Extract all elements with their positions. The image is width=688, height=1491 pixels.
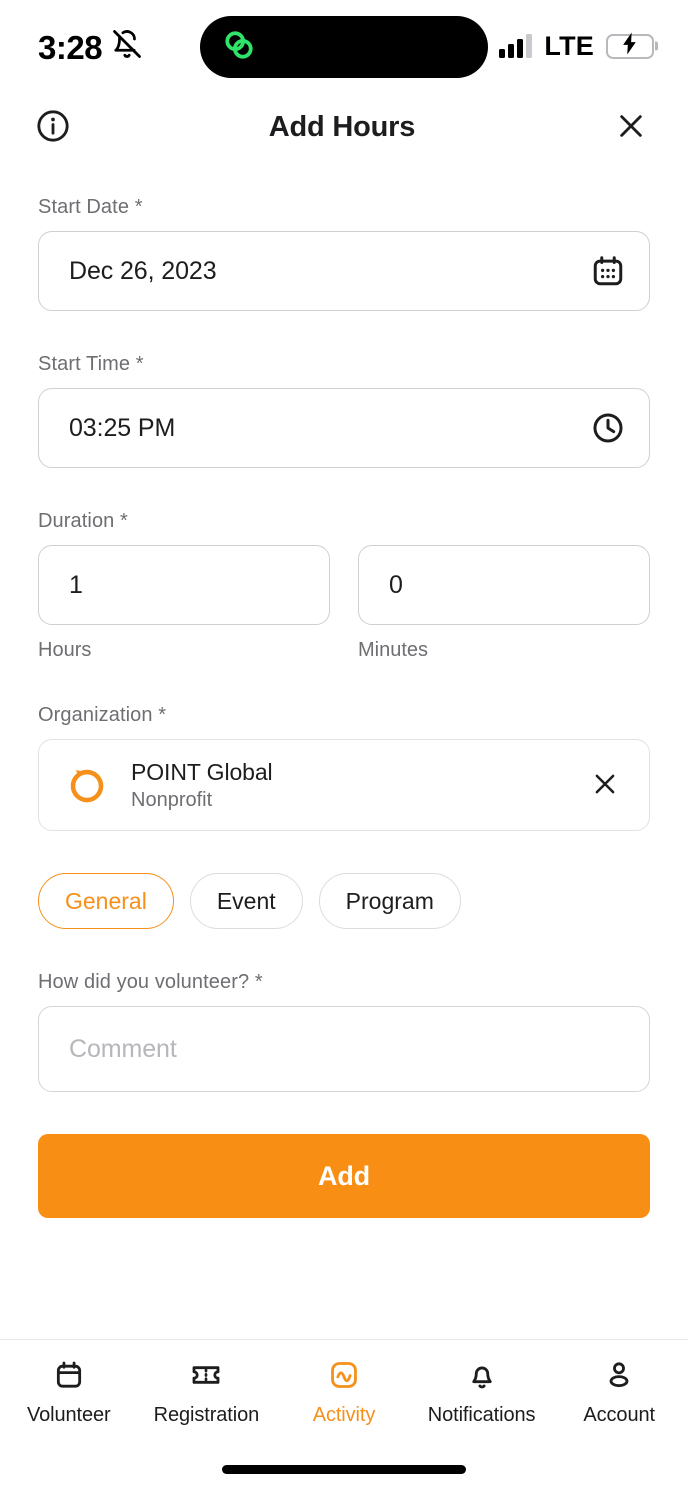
screen-header: Add Hours <box>0 92 688 162</box>
tab-account-label: Account <box>583 1404 655 1426</box>
network-type-label: LTE <box>544 30 594 61</box>
home-indicator-area <box>0 1447 688 1491</box>
comment-input[interactable]: Comment <box>38 1006 650 1092</box>
start-date-label: Start Date * <box>38 196 143 218</box>
home-indicator[interactable] <box>222 1464 466 1474</box>
close-icon <box>615 110 647 145</box>
start-date-field-group: Start Date * Dec 26, 2023 <box>38 196 650 311</box>
start-date-input[interactable]: Dec 26, 2023 <box>38 231 650 311</box>
start-time-label: Start Time * <box>38 353 144 375</box>
clock-icon <box>591 411 625 445</box>
person-icon <box>603 1356 635 1394</box>
status-bar-left: 3:28 <box>38 29 142 64</box>
duration-minutes-value: 0 <box>389 570 403 599</box>
duration-hours-value: 1 <box>69 570 83 599</box>
tab-activity[interactable]: Activity <box>279 1356 409 1427</box>
bell-slash-icon <box>112 29 142 64</box>
status-bar: 3:28 LTE <box>0 0 688 92</box>
tab-registration[interactable]: Registration <box>141 1356 271 1427</box>
close-button[interactable] <box>608 104 654 150</box>
tab-volunteer-label: Volunteer <box>26 1404 111 1426</box>
activity-wave-icon <box>328 1356 360 1394</box>
organization-card[interactable]: POINT Global Nonprofit <box>38 739 650 831</box>
organization-name: POINT Global <box>131 758 273 785</box>
comment-placeholder: Comment <box>69 1034 177 1063</box>
organization-clear-button[interactable] <box>583 763 627 807</box>
duration-row: 1 Hours 0 Minutes <box>38 545 650 662</box>
signal-strength-icon <box>499 34 533 58</box>
status-time: 3:28 <box>38 28 103 66</box>
organization-text: POINT Global Nonprofit <box>131 759 273 812</box>
tab-registration-label: Registration <box>153 1404 260 1426</box>
calendar-icon <box>591 254 625 288</box>
start-time-value: 03:25 PM <box>69 413 176 442</box>
duration-minutes-input[interactable]: 0 <box>358 545 650 625</box>
chip-program[interactable]: Program <box>318 873 461 929</box>
chip-event[interactable]: Event <box>189 873 303 929</box>
link-rings-icon <box>220 26 258 69</box>
tab-notifications[interactable]: Notifications <box>417 1356 547 1427</box>
tab-account[interactable]: Account <box>554 1356 684 1427</box>
comment-label: How did you volunteer? * <box>38 971 263 993</box>
battery-icon <box>606 32 654 60</box>
charging-bolt-icon <box>621 32 639 60</box>
duration-hours-input[interactable]: 1 <box>38 545 330 625</box>
chip-general[interactable]: General <box>38 873 174 929</box>
dynamic-island[interactable] <box>200 16 488 78</box>
bell-icon <box>466 1356 498 1394</box>
organization-label: Organization * <box>38 704 167 726</box>
point-ring-logo-icon <box>65 763 109 807</box>
add-hours-form: Start Date * Dec 26, 2023 Start Time * 0… <box>0 162 688 1339</box>
comment-field-group: How did you volunteer? * Comment <box>38 971 650 1092</box>
start-time-field-group: Start Time * 03:25 PM <box>38 353 650 468</box>
duration-hours-group: 1 Hours <box>38 545 330 662</box>
page-title: Add Hours <box>268 110 416 143</box>
duration-minutes-group: 0 Minutes <box>358 545 650 662</box>
duration-hours-caption: Hours <box>38 639 92 661</box>
duration-minutes-caption: Minutes <box>358 639 429 661</box>
duration-label: Duration * <box>38 510 128 532</box>
app-screen: 3:28 LTE Add Hours Start Date * Dec 26, … <box>0 0 688 1491</box>
close-icon <box>590 769 620 802</box>
info-button[interactable] <box>30 104 76 150</box>
tab-activity-label: Activity <box>312 1404 376 1426</box>
activity-type-chip-group: General Event Program <box>38 873 650 929</box>
add-button[interactable]: Add <box>38 1134 650 1218</box>
bottom-navigation: Volunteer Registration Activity Notifica… <box>0 1339 688 1447</box>
tab-notifications-label: Notifications <box>427 1404 536 1426</box>
tab-volunteer[interactable]: Volunteer <box>4 1356 134 1427</box>
organization-field-group: Organization * POINT Global Nonprofit <box>38 704 650 831</box>
duration-field-group: Duration * 1 Hours 0 Minutes <box>38 510 650 662</box>
organization-type: Nonprofit <box>131 788 213 811</box>
status-bar-right: LTE <box>499 30 654 61</box>
ticket-icon <box>190 1356 222 1394</box>
start-time-input[interactable]: 03:25 PM <box>38 388 650 468</box>
start-date-value: Dec 26, 2023 <box>69 256 217 285</box>
info-circle-icon <box>36 109 70 146</box>
calendar-icon <box>53 1356 85 1394</box>
